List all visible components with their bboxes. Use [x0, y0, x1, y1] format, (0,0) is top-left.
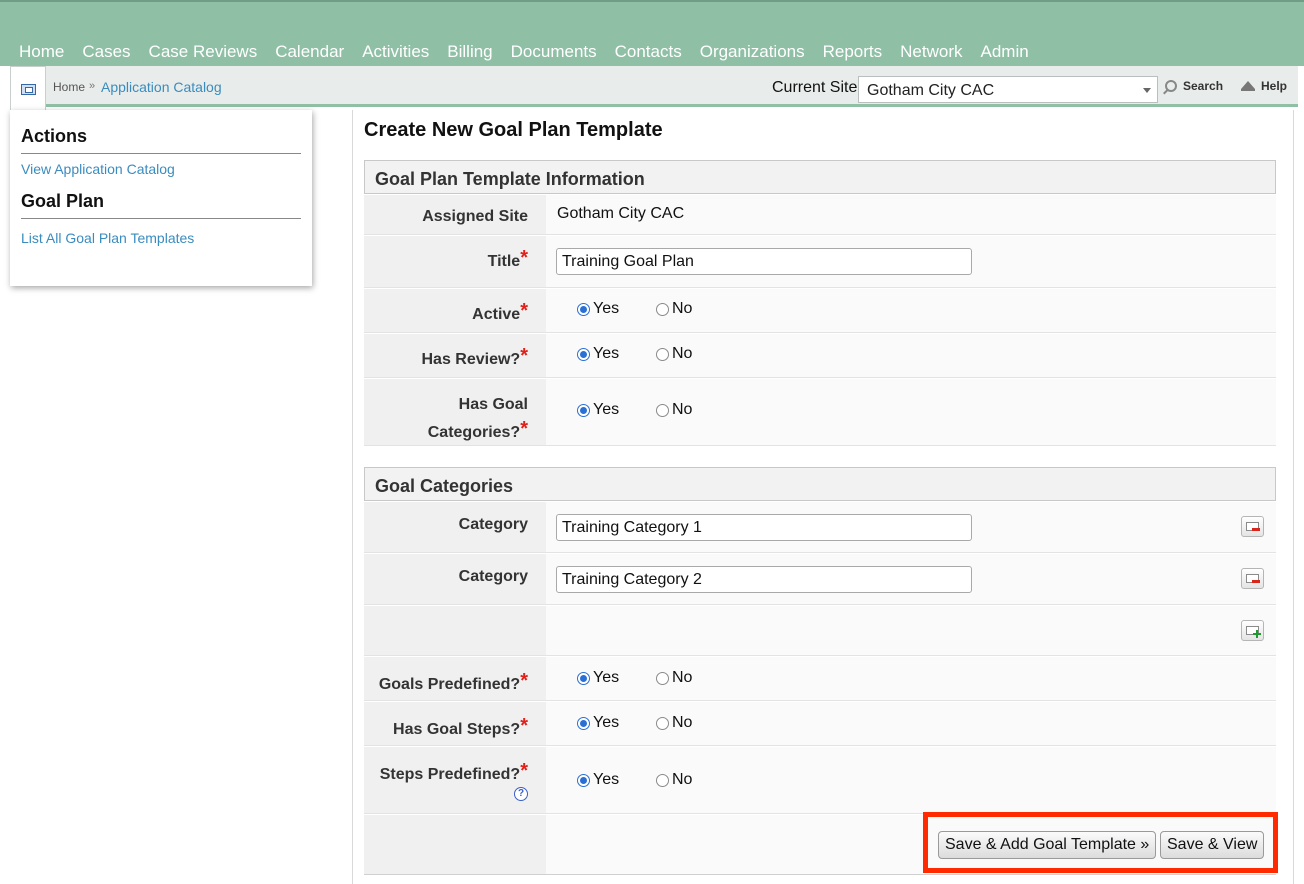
actions-sidebar: Actions View Application Catalog Goal Pl…	[10, 110, 312, 286]
help-icon	[1241, 81, 1255, 91]
has-review-no-radio[interactable]: No	[656, 345, 692, 363]
form-row-has-goal-categories: Has Goal Categories?* Yes No	[364, 379, 1276, 446]
required-marker: *	[520, 345, 528, 367]
help-label: Help	[1261, 79, 1288, 93]
has-review-label: Has Review?*	[364, 334, 546, 377]
form-row-active: Active* Yes No	[364, 289, 1276, 333]
nav-case-reviews[interactable]: Case Reviews	[149, 42, 258, 62]
section-header-goal-categories: Goal Categories	[364, 467, 1276, 501]
form-row-has-goal-steps: Has Goal Steps?* Yes No	[364, 702, 1276, 746]
sidebar-heading-actions: Actions	[21, 126, 88, 146]
breadcrumb-separator: »	[89, 80, 96, 92]
sidebar-toggle-icon	[21, 84, 36, 95]
search-button[interactable]: Search	[1165, 79, 1223, 93]
main-menu: Home Cases Case Reviews Calendar Activit…	[19, 42, 1047, 62]
nav-admin[interactable]: Admin	[981, 42, 1029, 62]
form-row-title: Title*	[364, 236, 1276, 288]
sidebar-toggle-button[interactable]	[10, 66, 46, 110]
goals-predefined-no-radio[interactable]: No	[656, 669, 692, 687]
save-and-add-goal-template-button[interactable]: Save & Add Goal Template »	[938, 831, 1157, 859]
has-review-yes-radio[interactable]: Yes	[577, 345, 619, 363]
form-row-category-1: Category	[364, 502, 1276, 553]
nav-activities[interactable]: Activities	[362, 42, 429, 62]
goals-predefined-yes-radio[interactable]: Yes	[577, 669, 619, 687]
remove-category-2-button[interactable]	[1241, 568, 1264, 589]
sidebar-heading-goal-plan: Goal Plan	[21, 191, 105, 211]
nav-documents[interactable]: Documents	[511, 42, 597, 62]
top-navigation-bar: Home Cases Case Reviews Calendar Activit…	[0, 0, 1304, 66]
current-site-label: Current Site	[772, 79, 858, 96]
category-label: Category	[364, 502, 546, 552]
required-marker: *	[520, 715, 528, 737]
has-goal-steps-no-radio[interactable]: No	[656, 714, 692, 732]
active-label: Active*	[364, 289, 546, 332]
nav-home[interactable]: Home	[19, 42, 64, 62]
current-site-select[interactable]: Gotham City CAC	[858, 76, 1158, 103]
assigned-site-label: Assigned Site	[364, 195, 546, 234]
section-header-template-info: Goal Plan Template Information	[364, 160, 1276, 194]
breadcrumb-home[interactable]: Home	[53, 80, 85, 94]
nav-organizations[interactable]: Organizations	[700, 42, 805, 62]
form-row-add-category	[364, 606, 1276, 656]
assigned-site-value: Gotham City CAC	[557, 205, 685, 222]
sidebar-link-view-application-catalog[interactable]: View Application Catalog	[21, 161, 175, 177]
steps-predefined-yes-radio[interactable]: Yes	[577, 771, 619, 789]
steps-predefined-help-icon[interactable]: ?	[514, 787, 528, 801]
title-label: Title*	[364, 236, 546, 287]
category-input-2[interactable]	[556, 566, 972, 593]
chevron-down-icon	[1143, 88, 1151, 93]
nav-billing[interactable]: Billing	[447, 42, 492, 62]
title-input[interactable]	[556, 248, 972, 275]
nav-contacts[interactable]: Contacts	[615, 42, 682, 62]
nav-cases[interactable]: Cases	[82, 42, 130, 62]
main-content: Create New Goal Plan Template Goal Plan …	[352, 110, 1294, 884]
has-goal-categories-no-radio[interactable]: No	[656, 401, 692, 419]
required-marker: *	[520, 670, 528, 692]
steps-predefined-label: Steps Predefined?* ?	[364, 747, 546, 813]
nav-calendar[interactable]: Calendar	[275, 42, 344, 62]
has-goal-steps-yes-radio[interactable]: Yes	[577, 714, 619, 732]
breadcrumb-current[interactable]: Application Catalog	[101, 79, 222, 95]
category-input-1[interactable]	[556, 514, 972, 541]
remove-category-1-button[interactable]	[1241, 516, 1264, 537]
active-no-radio[interactable]: No	[656, 300, 692, 318]
required-marker: *	[520, 760, 528, 782]
goals-predefined-label: Goals Predefined?*	[364, 657, 546, 700]
form-row-category-2: Category	[364, 554, 1276, 605]
search-icon	[1165, 80, 1177, 92]
help-button[interactable]: Help	[1241, 79, 1287, 93]
required-marker: *	[520, 247, 528, 269]
sidebar-link-list-goal-plan-templates[interactable]: List All Goal Plan Templates	[21, 230, 194, 246]
sidebar-divider	[21, 153, 301, 154]
form-row-assigned-site: Assigned Site Gotham City CAC	[364, 195, 1276, 235]
nav-reports[interactable]: Reports	[823, 42, 883, 62]
save-and-view-button[interactable]: Save & View	[1160, 831, 1265, 859]
category-label: Category	[364, 554, 546, 604]
active-yes-radio[interactable]: Yes	[577, 300, 619, 318]
form-row-has-review: Has Review?* Yes No	[364, 334, 1276, 378]
required-marker: *	[520, 300, 528, 322]
search-label: Search	[1183, 79, 1224, 93]
required-marker: *	[520, 418, 528, 440]
page-title: Create New Goal Plan Template	[364, 119, 663, 141]
nav-network[interactable]: Network	[900, 42, 962, 62]
form-row-goals-predefined: Goals Predefined?* Yes No	[364, 657, 1276, 701]
has-goal-categories-yes-radio[interactable]: Yes	[577, 401, 619, 419]
form-row-actions: Save & Add Goal Template » Save & View	[364, 815, 1276, 875]
breadcrumb-bar: Home » Application Catalog Current Site …	[10, 66, 1298, 110]
add-category-button[interactable]	[1241, 620, 1264, 641]
current-site-value: Gotham City CAC	[867, 82, 995, 99]
sidebar-divider	[21, 218, 301, 219]
form-row-steps-predefined: Steps Predefined?* ? Yes No	[364, 747, 1276, 814]
has-goal-categories-label: Has Goal Categories?*	[364, 379, 546, 445]
steps-predefined-no-radio[interactable]: No	[656, 771, 692, 789]
has-goal-steps-label: Has Goal Steps?*	[364, 702, 546, 745]
